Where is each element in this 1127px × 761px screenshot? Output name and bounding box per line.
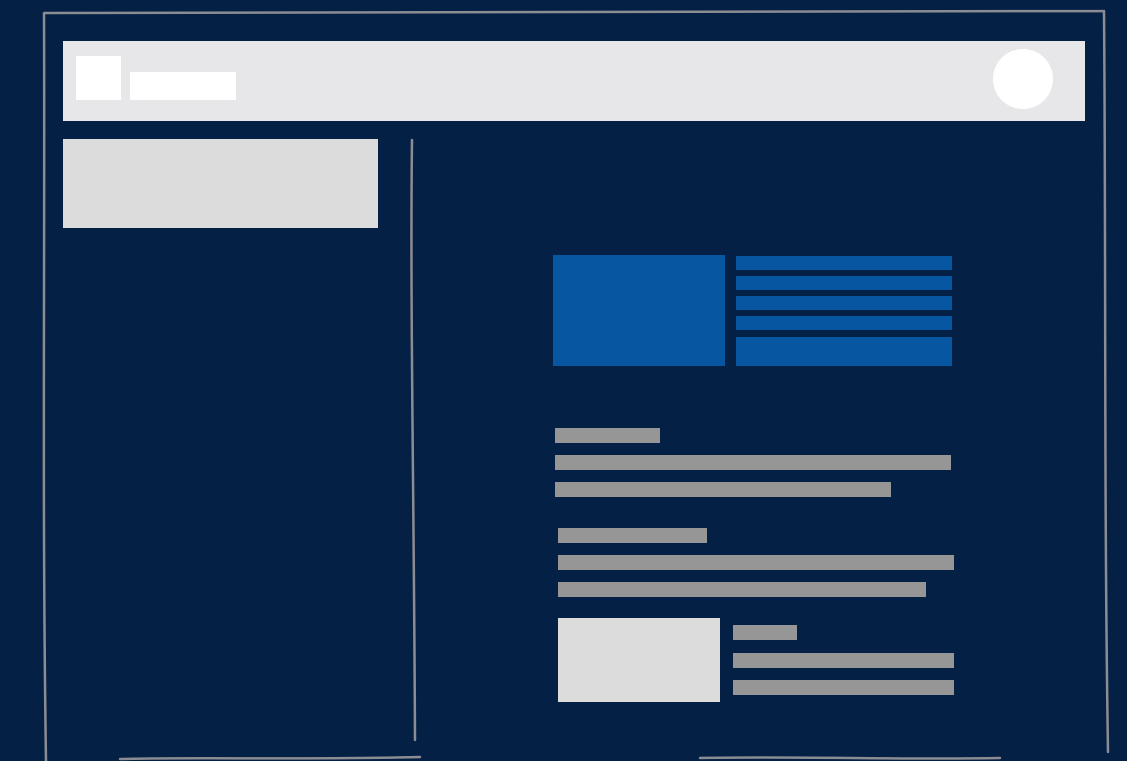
hero-text-line: [736, 256, 952, 270]
hero-text-line: [736, 316, 952, 330]
section-text-line: [558, 582, 926, 597]
site-title-placeholder: [130, 72, 236, 100]
section-heading-placeholder: [555, 428, 660, 443]
hero-action-button[interactable]: [736, 337, 952, 366]
user-avatar-icon[interactable]: [993, 49, 1053, 109]
hero-text-line: [736, 276, 952, 290]
section-text-line: [558, 555, 954, 570]
column-divider: [410, 138, 417, 742]
card-title-placeholder: [733, 625, 797, 640]
section-text-line: [555, 455, 951, 470]
logo-placeholder-icon[interactable]: [76, 56, 121, 100]
card-thumbnail-placeholder[interactable]: [558, 618, 720, 702]
card-text-line: [733, 680, 954, 695]
section-heading-placeholder: [558, 528, 707, 543]
hero-image-placeholder: [553, 255, 725, 366]
section-text-line: [555, 482, 891, 497]
card-text-line: [733, 653, 954, 668]
hero-text-line: [736, 296, 952, 310]
sidebar-panel: [63, 139, 378, 228]
